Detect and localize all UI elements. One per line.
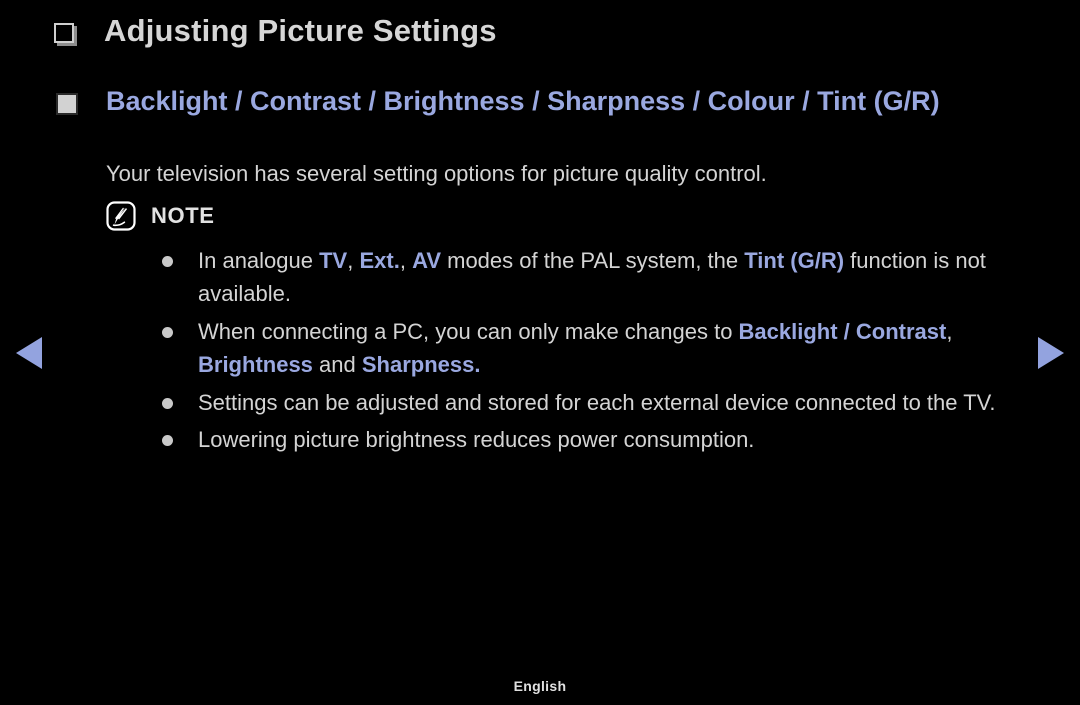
previous-page-button[interactable] (16, 337, 42, 369)
highlighted-term: Sharpness. (361, 352, 481, 378)
plain-text: , (399, 248, 413, 273)
bullet-dot-icon (162, 326, 173, 338)
highlighted-term: AV (412, 248, 441, 273)
list-item-text: In analogue TV, Ext., AV modes of the PA… (198, 244, 1042, 311)
note-header: NOTE (105, 200, 215, 232)
list-item-text: Settings can be adjusted and stored for … (198, 386, 1042, 419)
list-item: In analogue TV, Ext., AV modes of the PA… (162, 244, 1042, 311)
plain-text: , (347, 248, 360, 273)
note-pen-icon (106, 201, 136, 231)
plain-text: , (946, 318, 953, 344)
highlighted-term: Brightness (198, 352, 313, 378)
bullet-dot-icon (162, 435, 173, 447)
plain-text: In analogue (198, 248, 320, 273)
plain-text: Settings can be adjusted and stored for … (198, 389, 996, 415)
page-title: Adjusting Picture Settings (104, 13, 497, 48)
plain-text: and (312, 352, 362, 378)
next-page-button[interactable] (1038, 337, 1064, 369)
note-list: In analogue TV, Ext., AV modes of the PA… (162, 244, 1042, 461)
highlighted-term: Ext. (359, 248, 400, 273)
list-item: Settings can be adjusted and stored for … (162, 386, 1042, 419)
highlighted-term: Tint (G/R) (744, 248, 845, 273)
bullet-dot-icon (162, 256, 173, 267)
bullet-dot-icon (162, 397, 173, 409)
section-description: Your television has several setting opti… (106, 161, 767, 186)
section-heading: Backlight / Contrast / Brightness / Shar… (106, 86, 940, 116)
list-item: When connecting a PC, you can only make … (162, 315, 1042, 382)
highlighted-term: Backlight / Contrast (738, 318, 947, 344)
ebook-page: Adjusting Picture Settings Backlight / C… (0, 0, 1080, 705)
plain-text: Lowering picture brightness reduces powe… (198, 427, 755, 453)
note-label: NOTE (151, 203, 215, 228)
plain-text: modes of the PAL system, the (441, 248, 745, 273)
footer-language: English (513, 678, 567, 694)
highlighted-term: TV (319, 248, 348, 273)
list-item-text: Lowering picture brightness reduces powe… (198, 423, 1042, 456)
filled-square-icon (56, 93, 78, 115)
list-item: Lowering picture brightness reduces powe… (162, 423, 1042, 456)
page-title-row: Adjusting Picture Settings (54, 12, 497, 51)
list-item-text: When connecting a PC, you can only make … (198, 315, 1042, 382)
section-heading-row: Backlight / Contrast / Brightness / Shar… (56, 84, 1046, 119)
plain-text: When connecting a PC, you can only make … (198, 318, 739, 344)
hollow-square-icon (54, 23, 74, 43)
